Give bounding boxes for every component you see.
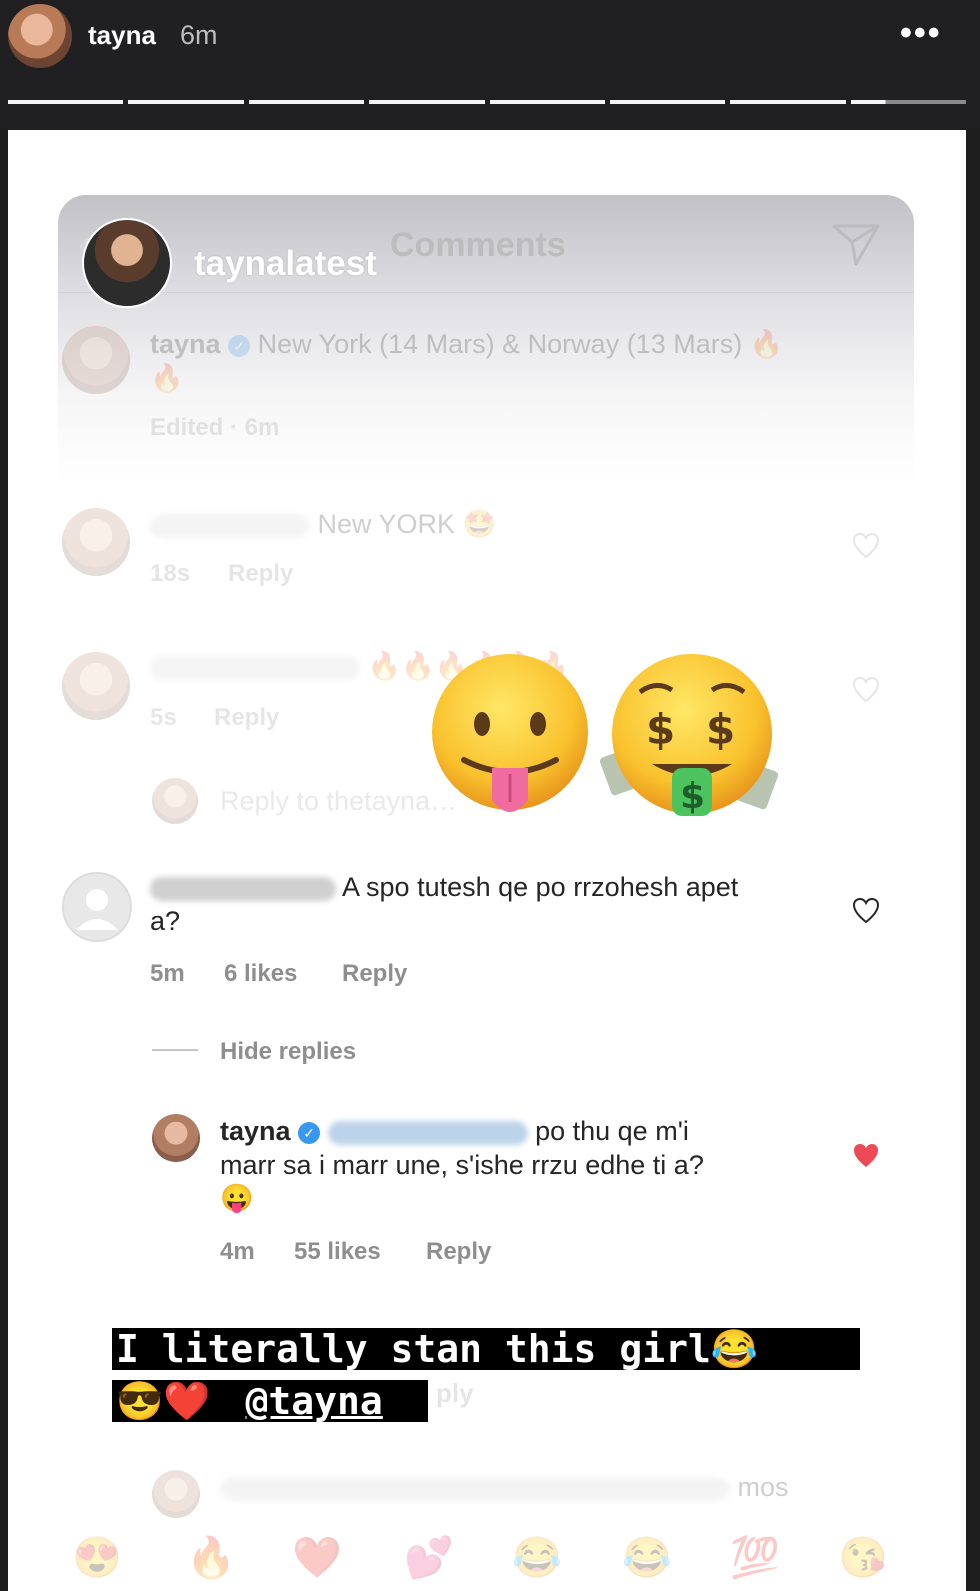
post-avatar bbox=[62, 326, 130, 394]
caption-line-2: 😎❤️ @tayna bbox=[112, 1380, 428, 1422]
header-divider bbox=[58, 292, 914, 293]
progress-segment bbox=[489, 100, 605, 104]
reply-author-avatar bbox=[152, 1114, 200, 1162]
reply-text-line2: marr sa i marr une, s'ishe rrzu edhe ti … bbox=[220, 1150, 704, 1180]
blurred-username bbox=[150, 513, 310, 538]
heart-icon[interactable] bbox=[852, 897, 880, 925]
comment-partial: mos bbox=[737, 1472, 789, 1502]
reaction-emoji[interactable]: 🔥 bbox=[186, 1534, 236, 1581]
overlay-account-avatar[interactable] bbox=[82, 218, 172, 308]
progress-segment bbox=[369, 100, 485, 104]
reply-button[interactable]: Reply bbox=[426, 1238, 491, 1266]
svg-text:$: $ bbox=[680, 776, 705, 817]
story-progress-bar bbox=[8, 100, 966, 106]
comment-avatar bbox=[62, 508, 130, 576]
overlay-account-name[interactable]: taynalatest bbox=[194, 244, 377, 284]
comments-title: Comments bbox=[390, 226, 566, 264]
verified-badge-icon: ✓ bbox=[298, 1121, 321, 1144]
comment-time: 5m bbox=[150, 960, 185, 987]
story-time: 6m bbox=[180, 20, 218, 50]
comment-line: mos bbox=[220, 1472, 789, 1503]
reply-likes[interactable]: 55 likes bbox=[294, 1238, 381, 1266]
progress-segment-current bbox=[850, 100, 966, 104]
comment-text-line2: a? bbox=[150, 906, 181, 936]
post-text-line2: 🔥 bbox=[150, 363, 184, 393]
blurred-username bbox=[150, 655, 360, 680]
progress-segment bbox=[8, 100, 124, 104]
comment-line: New YORK 🤩 bbox=[150, 508, 496, 540]
progress-segment bbox=[730, 100, 846, 104]
reaction-emoji[interactable]: ❤️ bbox=[292, 1534, 342, 1581]
caption-line-1: I literally stan this girl😂 bbox=[112, 1328, 860, 1370]
story-avatar[interactable] bbox=[8, 4, 72, 68]
reply-input[interactable]: Reply to thetaynа… bbox=[220, 786, 457, 817]
hide-replies-button[interactable]: Hide replies bbox=[220, 1038, 356, 1066]
reaction-bar: 😍 🔥 ❤️ 💕 😂 😂 💯 😘 bbox=[58, 1528, 914, 1591]
reply-button[interactable]: Reply bbox=[342, 960, 407, 988]
comment-avatar bbox=[62, 652, 130, 720]
default-avatar bbox=[62, 872, 132, 942]
send-icon bbox=[832, 224, 880, 266]
reaction-emoji[interactable]: 😂 bbox=[512, 1534, 562, 1581]
progress-segment bbox=[128, 100, 244, 104]
reaction-emoji[interactable]: 💯 bbox=[730, 1534, 780, 1581]
progress-segment bbox=[248, 100, 365, 104]
reply-line: tayna ✓ po thu qe m'i bbox=[220, 1116, 689, 1147]
more-options-icon[interactable]: ••• bbox=[900, 14, 942, 53]
comment-time: 5s bbox=[150, 704, 177, 731]
liked-heart-icon[interactable] bbox=[852, 1142, 880, 1170]
reply-button[interactable]: Reply bbox=[214, 704, 279, 732]
reaction-emoji[interactable]: 😘 bbox=[838, 1534, 888, 1581]
reaction-emoji[interactable]: 😂 bbox=[622, 1534, 672, 1581]
progress-segment bbox=[609, 100, 726, 104]
post-line: tayna ✓ New York (14 Mars) & Norway (13 … bbox=[150, 328, 783, 360]
money-mouth-emoji: $ $ $ bbox=[600, 654, 779, 817]
blurred-comment bbox=[220, 1476, 730, 1501]
hide-replies-line bbox=[152, 1049, 198, 1051]
mention-link[interactable]: @tayna bbox=[246, 1379, 383, 1423]
comment-avatar bbox=[152, 1470, 200, 1518]
blurred-mention bbox=[327, 1120, 528, 1145]
heart-icon[interactable] bbox=[852, 532, 880, 560]
cool-heart-emoji: 😎❤️ bbox=[116, 1379, 211, 1423]
heart-icon[interactable] bbox=[852, 676, 880, 704]
comment-text: New YORK 🤩 bbox=[317, 509, 497, 539]
person-icon bbox=[76, 889, 118, 930]
post-username: tayna bbox=[150, 329, 221, 359]
svg-text:$: $ bbox=[646, 705, 675, 754]
reply-username[interactable]: tayna bbox=[220, 1116, 291, 1146]
reply-emoji: 😛 bbox=[220, 1183, 254, 1213]
post-meta: Edited · 6m bbox=[150, 414, 280, 441]
story-username[interactable]: tayna bbox=[88, 20, 156, 51]
comment-likes[interactable]: 6 likes bbox=[224, 960, 297, 988]
svg-text:$: $ bbox=[706, 705, 735, 754]
hidden-reply-text: ply bbox=[436, 1378, 474, 1408]
laughing-emoji: 😂 bbox=[710, 1327, 759, 1371]
reaction-emoji[interactable]: 💕 bbox=[404, 1534, 454, 1581]
comment-line: A spo tutesh qe po rrzohesh apet bbox=[150, 872, 738, 903]
story-top-bar: tayna 6m ••• bbox=[0, 0, 980, 130]
tongue-out-emoji bbox=[432, 654, 588, 812]
reaction-emoji[interactable]: 😍 bbox=[72, 1534, 122, 1581]
reply-button[interactable]: Reply bbox=[228, 560, 293, 588]
comment-text: A spo tutesh qe po rrzohesh apet bbox=[342, 872, 739, 902]
reply-time: 4m bbox=[220, 1238, 255, 1265]
caption-text: I literally stan this girl bbox=[116, 1327, 711, 1371]
comment-time: 18s bbox=[150, 560, 191, 587]
blurred-username bbox=[150, 876, 336, 901]
verified-badge-icon: ✓ bbox=[228, 334, 251, 357]
reply-text: po thu qe m'i bbox=[535, 1116, 689, 1146]
post-text: New York (14 Mars) & Norway (13 Mars) 🔥 bbox=[257, 329, 784, 359]
reply-avatar bbox=[152, 778, 198, 824]
